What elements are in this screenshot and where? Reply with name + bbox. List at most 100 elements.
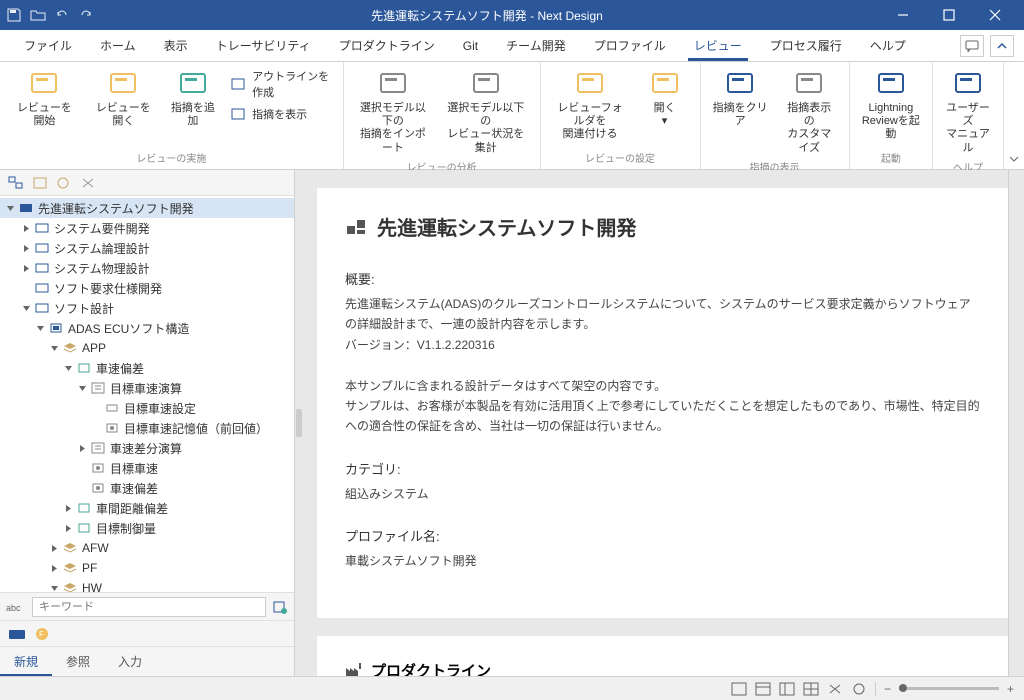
filter-icon[interactable] — [32, 176, 48, 190]
overview-label: 概要: — [345, 269, 982, 288]
tree-item-17[interactable]: PF — [0, 558, 294, 578]
svg-text:abc: abc — [6, 603, 21, 613]
productline-title: プロダクトライン — [345, 660, 982, 676]
zoom-minus[interactable]: − — [884, 682, 891, 696]
navigator-tabs: 新規参照入力 — [0, 646, 294, 676]
nav-tab-1[interactable]: 参照 — [52, 647, 104, 676]
undo-icon[interactable] — [54, 7, 70, 23]
ribbon-btn-1-0[interactable]: 選択モデル以下の 指摘をインポート — [352, 66, 434, 157]
view-icon-2[interactable] — [755, 682, 771, 696]
ribbon-btn-3-0[interactable]: 指摘をクリア — [709, 66, 772, 130]
menu-tabs: ファイルホーム表示トレーサビリティプロダクトラインGitチーム開発プロファイルレ… — [0, 30, 1024, 62]
nav-tab-2[interactable]: 入力 — [104, 647, 156, 676]
view-icon-1[interactable] — [731, 682, 747, 696]
zoom-plus[interactable]: + — [1007, 682, 1014, 696]
folder-icon[interactable] — [30, 7, 46, 23]
tree-item-7[interactable]: 車速偏差 — [0, 358, 294, 378]
menu-tab-8[interactable]: レビュー — [680, 31, 756, 60]
menu-tab-9[interactable]: プロセス履行 — [756, 31, 856, 60]
menu-tab-4[interactable]: プロダクトライン — [325, 31, 449, 60]
tree-item-6[interactable]: APP — [0, 338, 294, 358]
menu-tab-7[interactable]: プロファイル — [580, 31, 680, 60]
category-value: 組込みシステム — [345, 484, 982, 504]
tree-item-13[interactable]: 車速偏差 — [0, 478, 294, 498]
tree-item-9[interactable]: 目標車速設定 — [0, 398, 294, 418]
ribbon-btn-0-0[interactable]: レビューを開始 — [8, 66, 81, 130]
menu-tab-10[interactable]: ヘルプ — [856, 31, 920, 60]
view-icon-5[interactable] — [827, 682, 843, 696]
tree-item-11[interactable]: 車速差分演算 — [0, 438, 294, 458]
nav-tab-0[interactable]: 新規 — [0, 647, 52, 676]
tree-item-1[interactable]: システム論理設計 — [0, 238, 294, 258]
close-button[interactable] — [972, 0, 1018, 30]
overview-body: 先進運転システム(ADAS)のクルーズコントロールシステムについて、システムのサ… — [345, 294, 982, 437]
ribbon-btn-3-1[interactable]: 指摘表示の カスタマイズ — [778, 66, 841, 157]
ribbon-expand-icon[interactable] — [1008, 153, 1020, 165]
minimize-button[interactable] — [880, 0, 926, 30]
menu-tab-0[interactable]: ファイル — [10, 31, 86, 60]
profile-value: 車載システムソフト開発 — [345, 551, 982, 571]
tree-item-0[interactable]: システム要件開発 — [0, 218, 294, 238]
maximize-button[interactable] — [926, 0, 972, 30]
model-tree[interactable]: 先進運転システムソフト開発システム要件開発システム論理設計システム物理設計ソフト… — [0, 196, 294, 592]
search-input[interactable] — [32, 597, 266, 617]
tree-item-18[interactable]: HW — [0, 578, 294, 592]
view-icon-6[interactable] — [851, 682, 867, 696]
tree-item-10[interactable]: 目標車速記憶値（前回値） — [0, 418, 294, 438]
abc-icon: abc — [6, 600, 26, 614]
refresh-icon[interactable] — [56, 176, 72, 190]
navigator-toolbar — [0, 170, 294, 196]
tree-item-2[interactable]: システム物理設計 — [0, 258, 294, 278]
splitter[interactable] — [295, 170, 303, 676]
tree-item-3[interactable]: ソフト要求仕様開発 — [0, 278, 294, 298]
tree-search: abc — [0, 592, 294, 620]
category-label: カテゴリ: — [345, 459, 982, 478]
menu-tab-3[interactable]: トレーサビリティ — [202, 31, 325, 60]
profile-label: プロファイル名: — [345, 526, 982, 545]
menu-tab-2[interactable]: 表示 — [150, 31, 202, 60]
ribbon-btn-2-0[interactable]: レビューフォルダを 関連付ける — [549, 66, 632, 144]
ribbon-sm-0-0[interactable]: アウトラインを作成 — [226, 66, 335, 102]
tree-item-15[interactable]: 目標制御量 — [0, 518, 294, 538]
tree-root[interactable]: 先進運転システムソフト開発 — [0, 198, 294, 218]
view-icon-3[interactable] — [779, 682, 795, 696]
model-icon[interactable] — [8, 627, 26, 641]
document-area: 先進運転システムソフト開発 概要: 先進運転システム(ADAS)のクルーズコント… — [303, 170, 1024, 676]
menu-tab-6[interactable]: チーム開発 — [492, 31, 580, 60]
menu-tab-1[interactable]: ホーム — [86, 31, 150, 60]
view-icon-4[interactable] — [803, 682, 819, 696]
ribbon-btn-5-0[interactable]: ユーザーズ マニュアル — [941, 66, 995, 157]
menu-tab-5[interactable]: Git — [449, 33, 492, 59]
navigator-panel: 先進運転システムソフト開発システム要件開発システム論理設計システム物理設計ソフト… — [0, 170, 295, 676]
chat-icon[interactable] — [960, 35, 984, 57]
collapse-ribbon-icon[interactable] — [990, 35, 1014, 57]
titlebar: 先進運転システムソフト開発 - Next Design — [0, 0, 1024, 30]
tree-item-8[interactable]: 目標車速演算 — [0, 378, 294, 398]
pin-icon[interactable] — [80, 176, 96, 190]
page-title: 先進運転システムソフト開発 — [345, 212, 982, 241]
ribbon-btn-0-1[interactable]: レビューを開く — [87, 66, 160, 130]
statusbar: − + — [0, 676, 1024, 700]
ribbon-btn-1-1[interactable]: 選択モデル以下の レビュー状況を集計 — [440, 66, 532, 157]
factory-icon — [345, 662, 363, 676]
tree-item-14[interactable]: 車間距離偏差 — [0, 498, 294, 518]
redo-icon[interactable] — [78, 7, 94, 23]
ribbon-btn-2-1[interactable]: 開く ▾ — [638, 66, 692, 130]
project-icon — [345, 216, 367, 238]
feature-icon[interactable]: F — [34, 627, 50, 641]
window-title: 先進運転システムソフト開発 - Next Design — [94, 7, 880, 24]
filter-toggle-icon[interactable] — [272, 600, 288, 614]
tree-item-4[interactable]: ソフト設計 — [0, 298, 294, 318]
navigator-footer: F — [0, 620, 294, 646]
tree-item-12[interactable]: 目標車速 — [0, 458, 294, 478]
ribbon-btn-4-0[interactable]: Lightning Reviewを起動 — [858, 66, 924, 144]
zoom-slider[interactable] — [899, 687, 999, 690]
tree-item-16[interactable]: AFW — [0, 538, 294, 558]
ribbon-sm-0-1[interactable]: 指摘を表示 — [226, 104, 335, 124]
tree-item-5[interactable]: ADAS ECUソフト構造 — [0, 318, 294, 338]
ribbon-btn-0-2[interactable]: 指摘を追加 — [166, 66, 220, 130]
ribbon: レビューを開始レビューを開く指摘を追加アウトラインを作成指摘を表示レビューの実施… — [0, 62, 1024, 170]
save-icon[interactable] — [6, 7, 22, 23]
collapse-all-icon[interactable] — [8, 176, 24, 190]
right-dock-strip[interactable] — [1008, 170, 1024, 676]
